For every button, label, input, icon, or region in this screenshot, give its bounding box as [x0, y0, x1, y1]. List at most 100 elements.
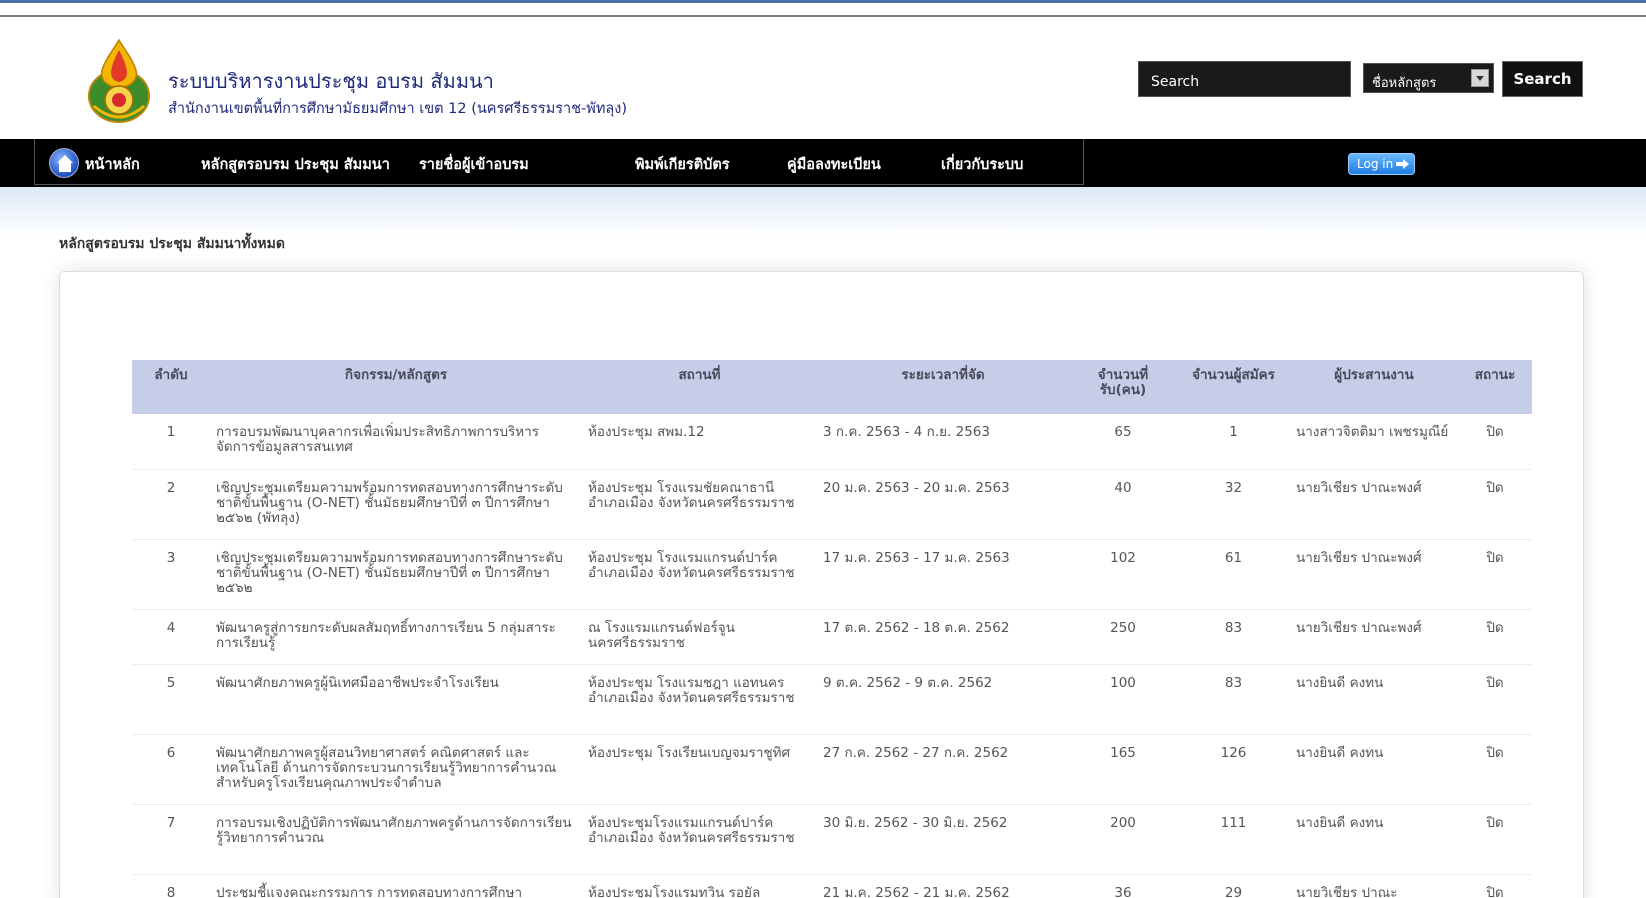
row-date: 30 มิ.ย. 2562 - 30 มิ.ย. 2562 — [817, 804, 1069, 875]
applicants-link[interactable]: 1 — [1177, 414, 1290, 470]
row-coordinator: นางยินดี คงทน — [1290, 804, 1458, 875]
row-capacity: 36 — [1069, 874, 1177, 898]
course-link[interactable]: การอบรมเชิงปฏิบัติการพัฒนาศักยภาพครูด้าน… — [210, 804, 582, 875]
col-header-date: ระยะเวลาที่จัด — [817, 360, 1069, 414]
nav-item-courses[interactable]: หลักสูตรอบรม ประชุม สัมมนา — [201, 153, 390, 176]
site-header: ระบบบริหารงานประชุม อบรม สัมมนา สำนักงาน… — [0, 17, 1646, 139]
search-input[interactable]: Search — [1138, 61, 1351, 97]
status-badge: ปิด — [1458, 609, 1532, 665]
row-date: 20 ม.ค. 2563 - 20 ม.ค. 2563 — [817, 469, 1069, 540]
col-header-applicants: จำนวนผู้สมัคร — [1177, 360, 1290, 414]
status-badge: ปิด — [1458, 469, 1532, 540]
course-link[interactable]: พัฒนาครูสู่การยกระดับผลสัมฤทธิ์ทางการเรี… — [210, 609, 582, 665]
row-place: ณ โรงแรมแกรนด์ฟอร์จูน นครศรีธรรมราช — [582, 609, 817, 665]
nav-item-about[interactable]: เกี่ยวกับระบบ — [941, 153, 1023, 176]
table-row: 1 การอบรมพัฒนาบุคลากรเพื่อเพิ่มประสิทธิภ… — [132, 414, 1532, 470]
search-type-value: ชื่อหลักสูตร — [1372, 76, 1437, 91]
home-icon[interactable] — [49, 148, 79, 178]
row-date: 17 ม.ค. 2563 - 17 ม.ค. 2563 — [817, 539, 1069, 610]
nav-item-print-certificate[interactable]: พิมพ์เกียรติบัตร — [635, 153, 730, 176]
login-label: Log in — [1357, 157, 1394, 171]
nav-item-registration-guide[interactable]: คู่มือลงทะเบียน — [787, 153, 881, 176]
col-header-coordinator: ผู้ประสานงาน — [1290, 360, 1458, 414]
app-title: ระบบบริหารงานประชุม อบรม สัมมนา — [168, 69, 494, 93]
top-accent-line — [0, 0, 1646, 3]
row-capacity: 200 — [1069, 804, 1177, 875]
row-coordinator: นายวิเชียร ปาณะ — [1290, 874, 1458, 898]
row-place: ห้องประชุม โรงแรมแกรนด์ปาร์ค อำเภอเมือง … — [582, 539, 817, 610]
table-row: 3 เชิญประชุมเตรียมความพร้อมการทดสอบทางกา… — [132, 539, 1532, 610]
row-place: ห้องประชุมโรงแรมทวิน รอยัล — [582, 874, 817, 898]
applicants-link[interactable]: 126 — [1177, 734, 1290, 805]
row-capacity: 102 — [1069, 539, 1177, 610]
row-coordinator: นางสาวจิตติมา เพชรมูณีย์ — [1290, 414, 1458, 470]
course-link[interactable]: เชิญประชุมเตรียมความพร้อมการทดสอบทางการศ… — [210, 539, 582, 610]
table-header-row: ลำดับ กิจกรรม/หลักสูตร สถานที่ ระยะเวลาท… — [132, 360, 1532, 414]
applicants-link[interactable]: 83 — [1177, 664, 1290, 735]
row-capacity: 100 — [1069, 664, 1177, 735]
row-date: 17 ต.ค. 2562 - 18 ต.ค. 2562 — [817, 609, 1069, 665]
table-row: 7 การอบรมเชิงปฏิบัติการพัฒนาศักยภาพครูด้… — [132, 804, 1532, 875]
arrow-right-icon — [1396, 159, 1409, 169]
table-row: 8 ประชุมชี้แจงคณะกรรมการ การทดสอบทางการศ… — [132, 874, 1532, 898]
header-gradient-band — [0, 187, 1646, 237]
row-coordinator: นายวิเชียร ปาณะพงศ์ — [1290, 539, 1458, 610]
col-header-no: ลำดับ — [132, 360, 210, 414]
nav-item-participants[interactable]: รายชื่อผู้เข้าอบรม — [419, 153, 529, 176]
row-coordinator: นางยินดี คงทน — [1290, 734, 1458, 805]
applicants-link[interactable]: 83 — [1177, 609, 1290, 665]
status-badge: ปิด — [1458, 539, 1532, 610]
applicants-link[interactable]: 111 — [1177, 804, 1290, 875]
row-date: 21 ม.ค. 2562 - 21 ม.ค. 2562 — [817, 874, 1069, 898]
status-badge: ปิด — [1458, 664, 1532, 735]
row-coordinator: นางยินดี คงทน — [1290, 664, 1458, 735]
col-header-course: กิจกรรม/หลักสูตร — [210, 360, 582, 414]
main-navbar: หน้าหลัก หลักสูตรอบรม ประชุม สัมมนา รายช… — [0, 139, 1646, 187]
app-subtitle: สำนักงานเขตพื้นที่การศึกษามัธยมศึกษา เขต… — [168, 101, 628, 117]
row-no: 6 — [132, 734, 210, 805]
course-link[interactable]: ประชุมชี้แจงคณะกรรมการ การทดสอบทางการศึก… — [210, 874, 582, 898]
row-date: 3 ก.ค. 2563 - 4 ก.ย. 2563 — [817, 414, 1069, 470]
row-no: 8 — [132, 874, 210, 898]
row-no: 2 — [132, 469, 210, 540]
table-row: 2 เชิญประชุมเตรียมความพร้อมการทดสอบทางกา… — [132, 469, 1532, 540]
school-crest-icon — [88, 38, 150, 123]
col-header-capacity: จำนวนที่รับ(คน) — [1069, 360, 1177, 414]
row-place: ห้องประชุม โรงเรียนเบญจมราชูทิศ — [582, 734, 817, 805]
search-button[interactable]: Search — [1502, 61, 1583, 97]
courses-table: ลำดับ กิจกรรม/หลักสูตร สถานที่ ระยะเวลาท… — [132, 360, 1532, 898]
status-badge: ปิด — [1458, 804, 1532, 875]
status-badge: ปิด — [1458, 414, 1532, 470]
row-place: ห้องประชุม โรงแรมชัยคณาธานี อำเภอเมือง จ… — [582, 469, 817, 540]
search-type-select[interactable]: ชื่อหลักสูตร — [1363, 63, 1494, 93]
row-no: 5 — [132, 664, 210, 735]
applicants-link[interactable]: 61 — [1177, 539, 1290, 610]
page-title: หลักสูตรอบรม ประชุม สัมมนาทั้งหมด — [59, 236, 285, 252]
row-date: 9 ต.ค. 2562 - 9 ต.ค. 2562 — [817, 664, 1069, 735]
table-row: 5 พัฒนาศักยภาพครูผู้นิเทศมืออาชีพประจำโร… — [132, 664, 1532, 735]
col-header-status: สถานะ — [1458, 360, 1532, 414]
table-row: 4 พัฒนาครูสู่การยกระดับผลสัมฤทธิ์ทางการเ… — [132, 609, 1532, 665]
row-no: 3 — [132, 539, 210, 610]
row-coordinator: นายวิเชียร ปาณะพงศ์ — [1290, 469, 1458, 540]
nav-menu: หน้าหลัก หลักสูตรอบรม ประชุม สัมมนา รายช… — [34, 139, 1084, 185]
course-link[interactable]: เชิญประชุมเตรียมความพร้อมการทดสอบทางการศ… — [210, 469, 582, 540]
row-date: 27 ก.ค. 2562 - 27 ก.ค. 2562 — [817, 734, 1069, 805]
course-link[interactable]: พัฒนาศักยภาพครูผู้นิเทศมืออาชีพประจำโรงเ… — [210, 664, 582, 735]
applicants-link[interactable]: 32 — [1177, 469, 1290, 540]
course-link[interactable]: พัฒนาศักยภาพครูผู้สอนวิทยาศาสตร์ คณิตศาส… — [210, 734, 582, 805]
row-no: 7 — [132, 804, 210, 875]
row-place: ห้องประชุมโรงแรมแกรนด์ปาร์ค อำเภอเมือง จ… — [582, 804, 817, 875]
status-badge: ปิด — [1458, 874, 1532, 898]
course-link[interactable]: การอบรมพัฒนาบุคลากรเพื่อเพิ่มประสิทธิภาพ… — [210, 414, 582, 470]
status-badge: ปิด — [1458, 734, 1532, 805]
applicants-link[interactable]: 29 — [1177, 874, 1290, 898]
row-capacity: 40 — [1069, 469, 1177, 540]
row-coordinator: นายวิเชียร ปาณะพงศ์ — [1290, 609, 1458, 665]
row-no: 1 — [132, 414, 210, 470]
chevron-down-icon[interactable] — [1471, 69, 1489, 87]
nav-item-home[interactable]: หน้าหลัก — [85, 153, 140, 176]
row-capacity: 250 — [1069, 609, 1177, 665]
row-capacity: 65 — [1069, 414, 1177, 470]
login-button[interactable]: Log in — [1348, 153, 1415, 175]
